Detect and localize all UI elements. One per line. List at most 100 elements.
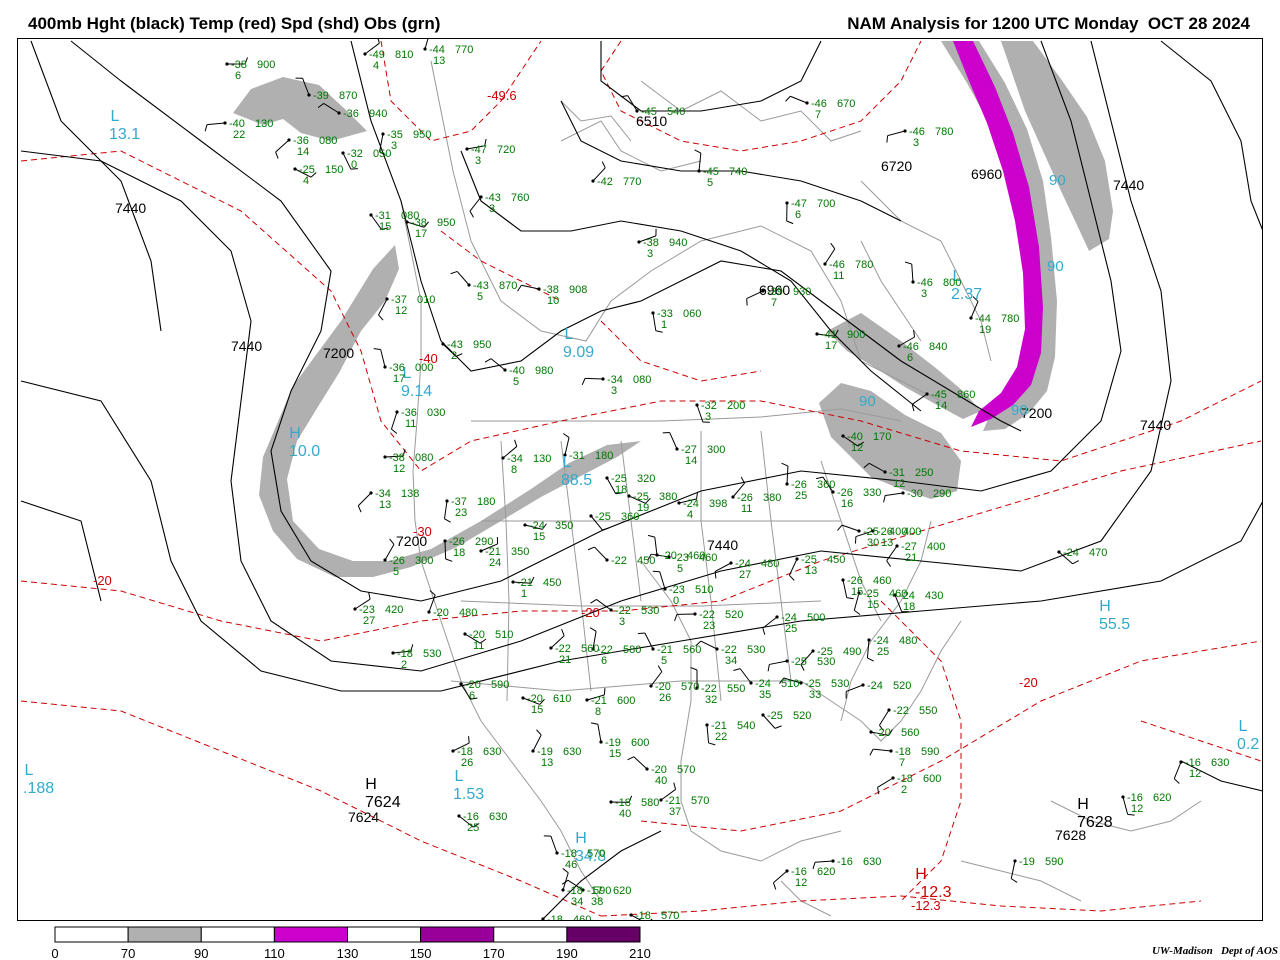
extremum-value: 88.5 [561,472,592,489]
obs-dewpoint: 13 [379,499,391,511]
obs-dewpoint: 3 [647,248,653,260]
obs-height: 450 [543,577,561,589]
obs-height: 360 [621,511,639,523]
height-contour [600,40,822,112]
obs-temperature: -19 [1019,856,1035,868]
obs-dewpoint: 26 [461,757,473,769]
wind-barb-flag [484,358,492,363]
obs-height: 610 [553,693,571,705]
colorbar-tick-label: 190 [556,946,578,960]
wind-barb-flag [204,124,208,132]
obs-dewpoint: 30 [867,537,879,549]
extremum-letter: L [111,108,120,125]
temperature-label: -30 [413,524,432,539]
obs-height: 010 [417,294,435,306]
wind-barb-staff [698,153,702,172]
obs-height: 620 [613,885,631,897]
wind-barb-flag [708,742,716,746]
wind-barb-staff [207,122,226,126]
obs-dewpoint: 3 [611,385,617,397]
wind-barb-flag [655,330,663,333]
obs-height: 630 [563,746,581,758]
obs-dewpoint: 11 [405,418,416,430]
obs-dewpoint: 3 [705,411,711,423]
obs-dewpoint: 21 [905,552,917,564]
obs-height: 130 [533,453,551,465]
speed-colorbar: 0 70 90 110 130 150 170 190 210 [51,926,651,960]
wind-barb-flag [652,570,660,573]
obs-dewpoint: 38 [591,896,603,908]
extremum-letter: H [289,425,301,442]
wind-barb-flag [781,462,789,467]
obs-dewpoint: 17 [393,373,405,385]
obs-height: 980 [535,365,553,377]
extremum-letter: H [1077,796,1089,813]
obs-dewpoint: 12 [1131,803,1143,815]
obs-height: 430 [925,590,943,602]
obs-dewpoint: 13 [805,565,817,577]
obs-height: 530 [641,605,659,617]
wind-barb-staff [769,660,788,665]
wind-barb-flag [789,574,795,581]
extremum-value: 7624 [365,794,401,811]
obs-dewpoint: 6 [235,70,241,82]
obs-temperature: -30 [907,488,923,500]
obs-dewpoint: 5 [393,566,399,578]
speed-label: 90 [1047,258,1064,275]
temperature-label: -20 [581,605,600,620]
wind-barb-staff [380,349,386,368]
obs-height: 480 [459,607,477,619]
wind-barb-flag [673,782,677,790]
wind-barb-flag [391,428,398,434]
extremum-letter: L [1239,718,1248,735]
obs-dewpoint: 27 [739,569,751,581]
obs-height: 950 [413,129,431,141]
obs-dewpoint: 1 [661,319,667,331]
temperature-contour [600,320,762,382]
obs-height: 900 [257,59,275,71]
obs-dewpoint: 6 [601,655,607,667]
obs-height: 200 [727,400,745,412]
temperature-contour [600,40,922,152]
obs-height: 450 [827,554,845,566]
height-label: 7624 [348,809,379,825]
obs-height: 500 [807,612,825,624]
height-contour [460,150,922,412]
obs-dewpoint: 0 [673,595,679,607]
obs-height: 810 [395,49,413,61]
extremum-value: -12.3 [915,884,952,901]
obs-height: 510 [695,584,713,596]
wind-barb-flag [904,261,912,265]
obs-dewpoint: 37 [669,806,681,818]
temperature-contour [20,700,602,917]
obs-height: 550 [727,683,745,695]
obs-height: 330 [863,487,881,499]
obs-height: 570 [681,681,699,693]
obs-height: 030 [427,407,445,419]
obs-temperature: -22 [893,705,909,717]
wind-barb-staff [1173,761,1182,779]
obs-dewpoint: 10 [547,295,559,307]
obs-dewpoint: 13 [433,55,445,67]
obs-height: 290 [933,488,951,500]
obs-height: 700 [817,198,835,210]
wind-barb-staff [700,640,718,650]
colorbar-tick-label: 130 [337,946,359,960]
obs-height: 580 [641,797,659,809]
wind-barb-flag [869,748,874,756]
wind-barb-flag [581,378,586,386]
wind-barb-staff [357,492,372,507]
obs-dewpoint: 5 [477,291,483,303]
obs-height: 630 [1211,757,1229,769]
obs-height: 620 [1153,792,1171,804]
wind-barb-staff [550,835,558,854]
obs-dewpoint: 40 [655,775,667,787]
obs-dewpoint: 14 [685,455,697,467]
wind-barb-staff [456,271,470,286]
obs-height: 460 [873,575,891,587]
obs-dewpoint: 6 [795,209,801,221]
obs-dewpoint: 46 [565,859,577,871]
obs-height: 520 [725,609,743,621]
wind-barb-staff [911,264,914,283]
obs-dewpoint: 8 [511,464,517,476]
